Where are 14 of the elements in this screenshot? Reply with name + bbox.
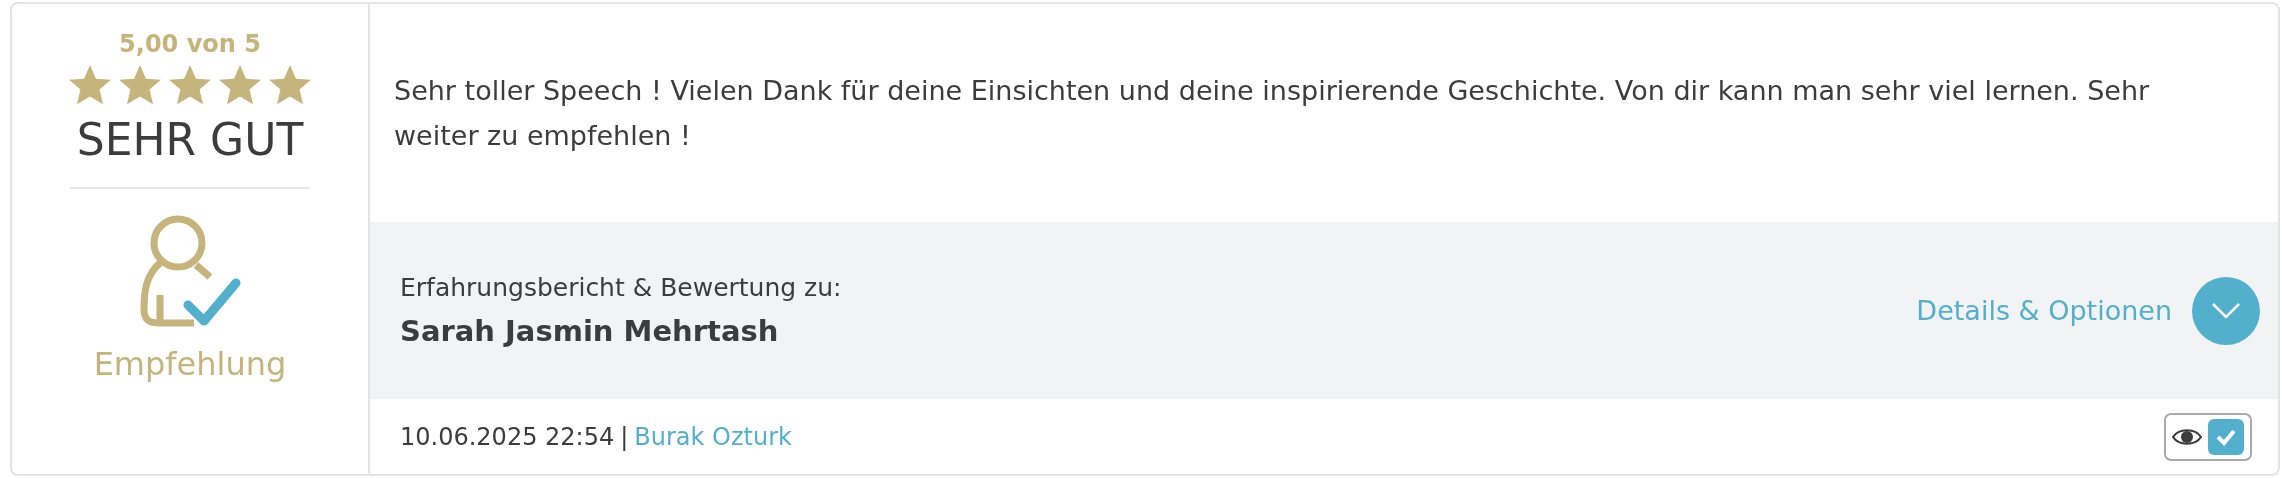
separator: | — [620, 422, 629, 451]
approve-checkbox[interactable] — [2208, 418, 2244, 455]
person-check-icon — [138, 213, 242, 329]
rating-verdict: SEHR GUT — [76, 114, 304, 165]
chevron-down-icon — [2211, 301, 2241, 320]
author-link[interactable]: Burak Ozturk — [634, 422, 792, 451]
details-link[interactable]: Details & Optionen — [1916, 295, 2172, 326]
review-date: 10.06.2025 22:54 — [400, 422, 615, 451]
subject-name: Sarah Jasmin Mehrtash — [400, 314, 780, 348]
review-text: Sehr toller Speech ! Vielen Dank für deine Einsichten und deine inspirierende Geschichte. Von dir kann man sehr viel lernen. Sehr weiter zu empfehlen ! — [394, 74, 2151, 153]
check-icon — [2215, 427, 2237, 446]
subject-label: Erfahrungsbericht & Bewertung zu: — [400, 273, 842, 302]
rating-score: 5,00 von 5 — [119, 30, 261, 58]
recommendation-label: Empfehlung — [93, 345, 287, 383]
